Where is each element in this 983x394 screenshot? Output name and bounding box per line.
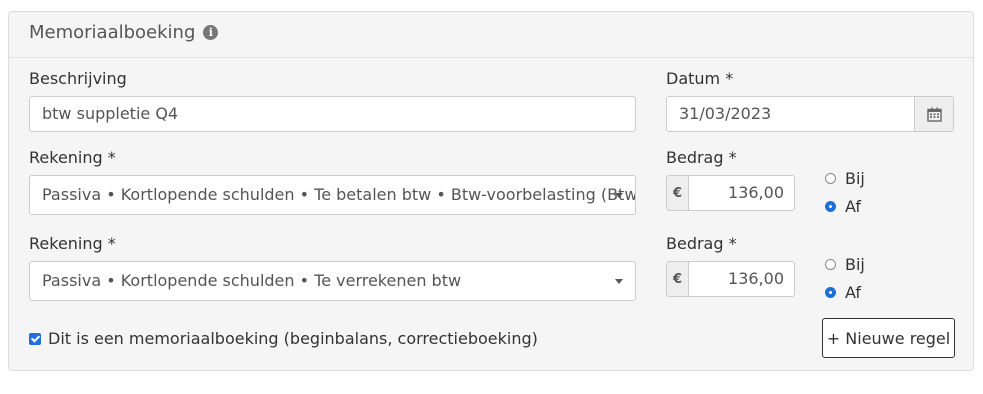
amount-input-2[interactable]: 136,00 [688,261,795,297]
radio-button[interactable] [825,173,836,184]
date-label: Datum * [666,69,734,88]
radio-label: Af [845,283,862,302]
radio-bij-1[interactable]: Bij [825,169,865,188]
panel-header: Memoriaalboeking i [29,22,219,43]
date-input[interactable]: 31/03/2023 [666,96,916,132]
description-input[interactable]: btw suppletie Q4 [29,96,636,132]
amount-input-1[interactable]: 136,00 [688,175,795,211]
description-label: Beschrijving [29,69,127,88]
memoriaal-checkbox[interactable] [29,332,41,345]
account-select-1[interactable]: Passiva • Kortlopende schulden • Te beta… [29,175,636,215]
header-divider [9,57,973,58]
radio-button-selected[interactable] [825,201,836,212]
account-label-1: Rekening * [29,148,116,167]
calendar-button[interactable] [914,96,954,132]
account-label-2: Rekening * [29,234,116,253]
radio-bij-2[interactable]: Bij [825,255,865,274]
account-value-1: Passiva • Kortlopende schulden • Te beta… [42,185,635,204]
checkbox-label: Dit is een memoriaalboeking (beginbalans… [48,329,538,348]
account-select-2[interactable]: Passiva • Kortlopende schulden • Te verr… [29,261,636,301]
amount-label-1: Bedrag * [666,148,737,167]
panel-title: Memoriaalboeking [29,22,196,43]
amount-label-2: Bedrag * [666,234,737,253]
memoriaal-panel: Memoriaalboeking i Beschrijving btw supp… [8,11,974,371]
chevron-down-icon [615,193,623,198]
account-value-2: Passiva • Kortlopende schulden • Te verr… [42,271,462,290]
chevron-down-icon [615,279,623,284]
info-icon[interactable]: i [203,25,219,40]
radio-button[interactable] [825,259,836,270]
radio-button-selected[interactable] [825,287,836,298]
euro-addon-1: € [666,175,689,211]
euro-addon-2: € [666,261,689,297]
add-line-button[interactable]: + Nieuwe regel [822,318,955,358]
radio-label: Af [845,197,862,216]
radio-label: Bij [845,255,865,274]
radio-label: Bij [845,169,865,188]
radio-af-1[interactable]: Af [825,197,861,216]
memoriaal-checkbox-row[interactable]: Dit is een memoriaalboeking (beginbalans… [29,329,538,348]
calendar-icon [926,107,942,122]
radio-af-2[interactable]: Af [825,283,861,302]
